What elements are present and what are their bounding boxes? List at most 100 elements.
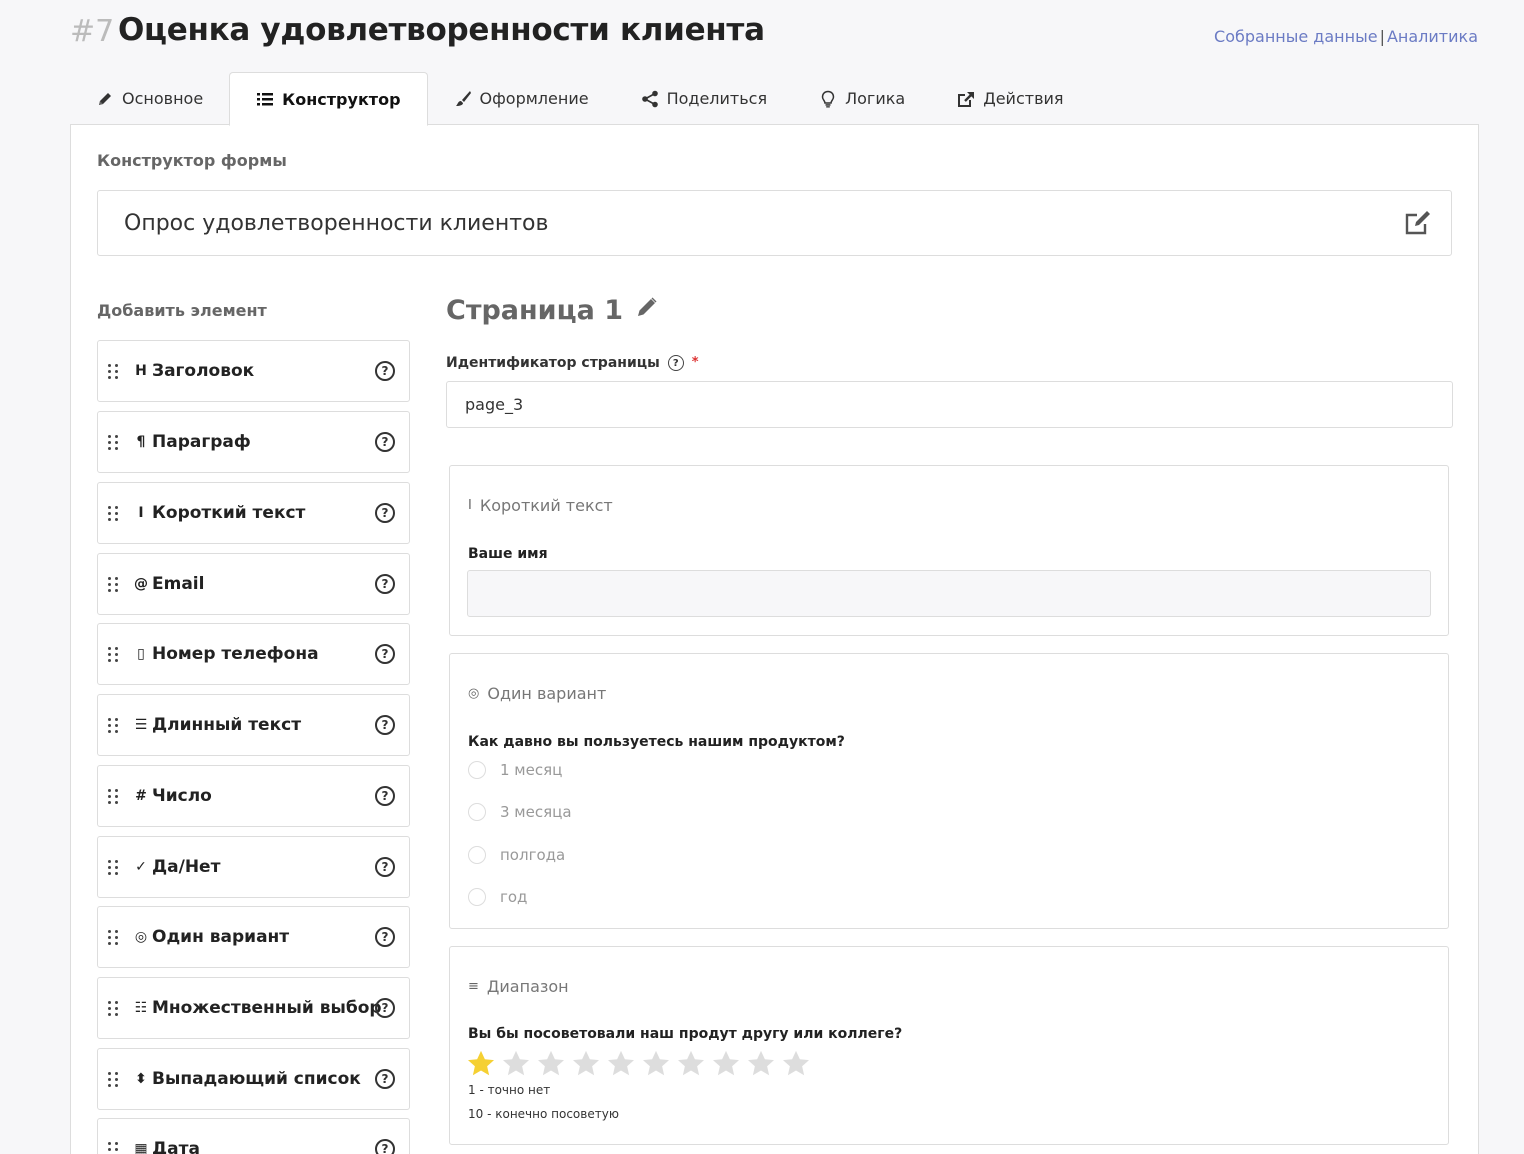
checklist-icon: ☷	[134, 1000, 148, 1016]
form-title-field[interactable]: Опрос удовлетворенности клиентов	[97, 190, 1452, 256]
question-label: Вы бы посоветовали наш продут другу или …	[468, 1026, 903, 1042]
radio-button[interactable]	[468, 888, 486, 906]
drag-handle-icon[interactable]	[108, 1141, 122, 1154]
tab-logic[interactable]: Логика	[793, 72, 931, 125]
drag-handle-icon[interactable]	[108, 717, 122, 733]
element-number[interactable]: # Число ?	[97, 765, 410, 827]
help-icon[interactable]: ?	[375, 1139, 395, 1154]
radio-icon: ◎	[134, 929, 148, 945]
element-yes-no[interactable]: ✓ Да/Нет ?	[97, 836, 410, 898]
star-icon[interactable]	[711, 1049, 741, 1079]
help-icon[interactable]: ?	[375, 503, 395, 523]
help-icon[interactable]: ?	[375, 998, 395, 1018]
element-heading[interactable]: H Заголовок ?	[97, 340, 410, 402]
star-icon[interactable]	[606, 1049, 636, 1079]
page-id-input[interactable]: page_3	[446, 381, 1453, 428]
drag-handle-icon[interactable]	[108, 576, 122, 592]
star-rating[interactable]	[466, 1049, 811, 1079]
tab-actions[interactable]: Действия	[931, 72, 1089, 125]
field-card-short-text[interactable]: I Короткий текст Ваше имя	[449, 465, 1449, 636]
radio-button[interactable]	[468, 846, 486, 864]
help-icon[interactable]: ?	[375, 927, 395, 947]
radio-button[interactable]	[468, 761, 486, 779]
page-id-label-text: Идентификатор страницы	[446, 355, 660, 371]
element-multiple-choice[interactable]: ☷ Множественный выбор ?	[97, 977, 410, 1039]
tab-bar: Основное Конструктор Оформление Поделить…	[70, 72, 1090, 126]
page-heading-text: Страница 1	[446, 295, 624, 326]
form-builder-label: Конструктор формы	[97, 151, 287, 170]
star-icon[interactable]	[501, 1049, 531, 1079]
collected-data-link[interactable]: Собранные данные	[1214, 27, 1378, 46]
drag-handle-icon[interactable]	[108, 859, 122, 875]
radio-icon: ◎	[468, 686, 480, 701]
calendar-icon: ▦	[134, 1141, 148, 1154]
element-label: Номер телефона	[152, 644, 319, 664]
element-label: Параграф	[152, 432, 251, 452]
star-icon[interactable]	[746, 1049, 776, 1079]
drag-handle-icon[interactable]	[108, 788, 122, 804]
star-icon[interactable]	[641, 1049, 671, 1079]
field-card-single-choice[interactable]: ◎ Один вариант Как давно вы пользуетесь …	[449, 653, 1449, 929]
option-label: полгода	[500, 846, 566, 864]
help-icon[interactable]: ?	[375, 432, 395, 452]
radio-button[interactable]	[468, 803, 486, 821]
element-phone[interactable]: ▯ Номер телефона ?	[97, 623, 410, 685]
help-icon[interactable]: ?	[375, 574, 395, 594]
radio-option[interactable]: год	[468, 888, 527, 906]
drag-handle-icon[interactable]	[108, 363, 122, 379]
element-email[interactable]: @ Email ?	[97, 553, 410, 615]
star-icon[interactable]	[571, 1049, 601, 1079]
help-icon[interactable]: ?	[375, 715, 395, 735]
help-icon[interactable]: ?	[375, 361, 395, 381]
star-icon[interactable]	[466, 1049, 496, 1079]
hash-icon: #	[135, 788, 147, 804]
help-icon[interactable]: ?	[375, 786, 395, 806]
tab-label: Логика	[845, 89, 906, 108]
at-sign-icon: @	[134, 576, 148, 592]
tab-design[interactable]: Оформление	[428, 72, 615, 125]
field-type-label: Один вариант	[487, 684, 607, 703]
element-paragraph[interactable]: ¶ Параграф ?	[97, 411, 410, 473]
radio-option[interactable]: 3 месяца	[468, 803, 572, 821]
tab-label: Поделиться	[666, 89, 768, 108]
drag-handle-icon[interactable]	[108, 1071, 122, 1087]
required-mark: *	[691, 355, 699, 370]
element-long-text[interactable]: ☰ Длинный текст ?	[97, 694, 410, 756]
help-icon[interactable]: ?	[375, 644, 395, 664]
element-dropdown[interactable]: ⬍ Выпадающий список ?	[97, 1048, 410, 1110]
tab-constructor[interactable]: Конструктор	[229, 72, 428, 126]
drag-handle-icon[interactable]	[108, 929, 122, 945]
radio-option[interactable]: полгода	[468, 846, 565, 864]
field-type-label: Диапазон	[486, 977, 569, 996]
drag-handle-icon[interactable]	[108, 505, 122, 521]
tab-share[interactable]: Поделиться	[615, 72, 794, 125]
element-date[interactable]: ▦ Дата ?	[97, 1118, 410, 1154]
question-label: Ваше имя	[468, 546, 548, 562]
tab-main[interactable]: Основное	[70, 72, 229, 125]
help-icon[interactable]: ?	[375, 857, 395, 877]
tab-label: Действия	[983, 89, 1064, 108]
drag-handle-icon[interactable]	[108, 1000, 122, 1016]
drag-handle-icon[interactable]	[108, 646, 122, 662]
star-icon[interactable]	[781, 1049, 811, 1079]
link-separator: |	[1379, 27, 1385, 46]
drag-handle-icon[interactable]	[108, 434, 122, 450]
edit-icon[interactable]	[1403, 208, 1433, 238]
brush-icon	[454, 90, 472, 108]
radio-option[interactable]: 1 месяц	[468, 761, 562, 779]
element-single-choice[interactable]: ◎ Один вариант ?	[97, 906, 410, 968]
field-card-range[interactable]: ≡ Диапазон Вы бы посоветовали наш продут…	[449, 946, 1449, 1145]
option-label: 1 месяц	[500, 761, 563, 779]
element-label: Число	[152, 786, 212, 806]
pencil-icon[interactable]	[635, 295, 659, 326]
star-icon[interactable]	[676, 1049, 706, 1079]
page-heading: Страница 1	[446, 295, 659, 326]
star-icon[interactable]	[536, 1049, 566, 1079]
help-icon[interactable]: ?	[375, 1069, 395, 1089]
help-icon[interactable]: ?	[667, 355, 684, 371]
analytics-link[interactable]: Аналитика	[1387, 27, 1478, 46]
element-short-text[interactable]: I Короткий текст ?	[97, 482, 410, 544]
tab-label: Оформление	[479, 89, 589, 108]
lightbulb-icon	[819, 90, 837, 108]
name-input-preview[interactable]	[467, 570, 1431, 617]
